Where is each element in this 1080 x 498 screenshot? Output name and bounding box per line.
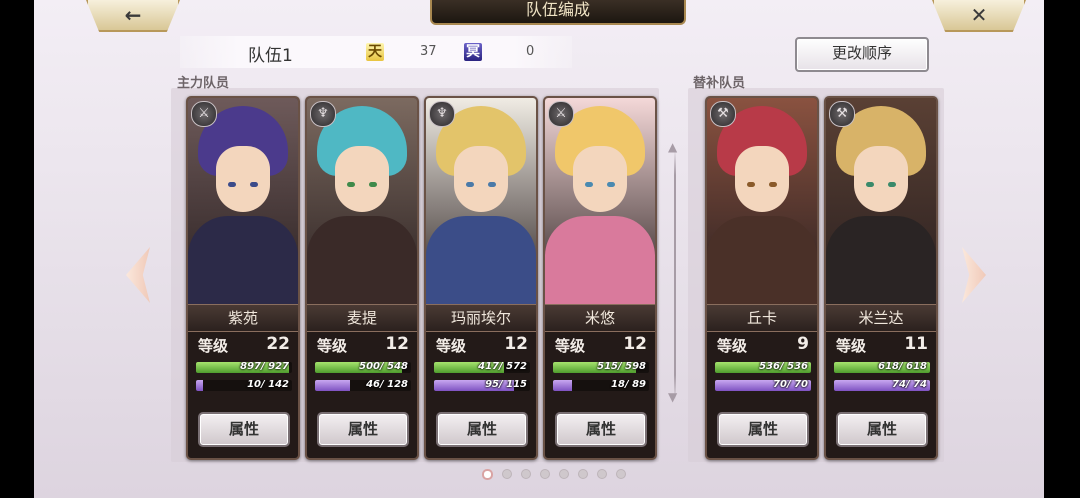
close-button[interactable]: ✕ — [932, 0, 1026, 32]
back-arrow-icon: ← — [124, 3, 142, 27]
level-value: 12 — [385, 334, 409, 354]
attributes-button[interactable]: 属性 — [198, 412, 290, 447]
hp-value: 536/ 536 — [759, 362, 808, 372]
divider-up-icon: ▲ — [668, 140, 678, 154]
hp-bar: 536/ 536 — [715, 362, 811, 373]
prev-page-arrow-icon[interactable] — [126, 247, 150, 303]
exp-bar: 74/ 74 — [834, 380, 930, 391]
page-title: 队伍编成 — [430, 0, 686, 25]
level-label: 等级 — [555, 337, 586, 355]
attributes-button[interactable]: 属性 — [317, 412, 409, 447]
member-card[interactable]: ⚔ 米悠 等级 12 515/ 598 18/ 89 属性 — [543, 96, 657, 460]
heaven-cost-icon: 天 — [366, 43, 384, 61]
close-icon: ✕ — [970, 3, 988, 27]
main-members-label: 主力队员 — [177, 76, 230, 91]
hp-bar: 515/ 598 — [553, 362, 649, 373]
hp-bar: 897/ 927 — [196, 362, 292, 373]
hp-value: 618/ 618 — [878, 362, 927, 372]
sword-icon: ⚔ — [548, 101, 574, 127]
sub-members-label: 替补队员 — [693, 76, 746, 91]
level-value: 12 — [504, 334, 528, 354]
character-name: 米悠 — [545, 304, 655, 332]
exp-value: 10/ 142 — [247, 380, 289, 390]
hp-bar: 618/ 618 — [834, 362, 930, 373]
axe-icon: ⚒ — [829, 101, 855, 127]
hp-value: 417/ 572 — [478, 362, 527, 372]
exp-bar: 95/ 115 — [434, 380, 530, 391]
page-dot[interactable] — [502, 469, 512, 479]
member-card[interactable]: ⚒ 米兰达 等级 11 618/ 618 74/ 74 属性 — [824, 96, 938, 460]
page-indicator — [482, 469, 626, 480]
staff-icon: ♆ — [310, 101, 336, 127]
character-name: 麦提 — [307, 304, 417, 332]
staff-icon: ♆ — [429, 101, 455, 127]
level-label: 等级 — [836, 337, 867, 355]
level-label: 等级 — [436, 337, 467, 355]
level-value: 22 — [266, 334, 290, 354]
character-portrait[interactable] — [826, 98, 936, 304]
exp-bar: 46/ 128 — [315, 380, 411, 391]
page-dot[interactable] — [521, 469, 531, 479]
character-portrait[interactable] — [188, 98, 298, 304]
level-label: 等级 — [317, 337, 348, 355]
member-card[interactable]: ⚔ 紫苑 等级 22 897/ 927 10/ 142 属性 — [186, 96, 300, 460]
exp-bar: 10/ 142 — [196, 380, 292, 391]
team-name: 队伍1 — [248, 46, 293, 66]
character-name: 米兰达 — [826, 304, 936, 332]
member-card[interactable]: ♆ 玛丽埃尔 等级 12 417/ 572 95/ 115 属性 — [424, 96, 538, 460]
sword-icon: ⚔ — [191, 101, 217, 127]
divider-down-icon: ▼ — [668, 390, 678, 404]
hp-value: 897/ 927 — [240, 362, 289, 372]
attributes-button[interactable]: 属性 — [555, 412, 647, 447]
underworld-cost-icon: 冥 — [464, 43, 482, 61]
character-name: 丘卡 — [707, 304, 817, 332]
member-card[interactable]: ♆ 麦提 等级 12 500/ 548 46/ 128 属性 — [305, 96, 419, 460]
character-portrait[interactable] — [307, 98, 417, 304]
level-label: 等级 — [198, 337, 229, 355]
page-dot[interactable] — [540, 469, 550, 479]
exp-value: 46/ 128 — [366, 380, 408, 390]
page-dot[interactable] — [578, 469, 588, 479]
member-card[interactable]: ⚒ 丘卡 等级 9 536/ 536 70/ 70 属性 — [705, 96, 819, 460]
hp-bar: 500/ 548 — [315, 362, 411, 373]
level-value: 11 — [904, 334, 928, 354]
character-portrait[interactable] — [545, 98, 655, 304]
level-label: 等级 — [717, 337, 748, 355]
axe-icon: ⚒ — [710, 101, 736, 127]
change-order-button[interactable]: 更改顺序 — [795, 37, 929, 72]
hp-value: 500/ 548 — [359, 362, 408, 372]
level-value: 9 — [797, 334, 809, 354]
attributes-button[interactable]: 属性 — [436, 412, 528, 447]
attributes-button[interactable]: 属性 — [836, 412, 928, 447]
back-button[interactable]: ← — [86, 0, 180, 32]
page-dot[interactable] — [597, 469, 607, 479]
exp-value: 70/ 70 — [773, 380, 808, 390]
exp-bar: 70/ 70 — [715, 380, 811, 391]
character-portrait[interactable] — [707, 98, 817, 304]
hp-value: 515/ 598 — [597, 362, 646, 372]
next-page-arrow-icon[interactable] — [962, 247, 986, 303]
hp-bar: 417/ 572 — [434, 362, 530, 373]
character-portrait[interactable] — [426, 98, 536, 304]
page-dot[interactable] — [559, 469, 569, 479]
character-name: 玛丽埃尔 — [426, 304, 536, 332]
underworld-cost-value: 0 — [526, 44, 535, 59]
exp-value: 74/ 74 — [892, 380, 927, 390]
page-dot[interactable] — [482, 469, 493, 480]
exp-value: 18/ 89 — [611, 380, 646, 390]
team-info-bar: 队伍1 天 37 冥 0 — [180, 36, 572, 68]
exp-bar: 18/ 89 — [553, 380, 649, 391]
page-dot[interactable] — [616, 469, 626, 479]
attributes-button[interactable]: 属性 — [717, 412, 809, 447]
panel-divider — [674, 150, 676, 400]
character-name: 紫苑 — [188, 304, 298, 332]
exp-value: 95/ 115 — [485, 380, 527, 390]
heaven-cost-value: 37 — [420, 44, 437, 59]
level-value: 12 — [623, 334, 647, 354]
team-formation-screen: ← 队伍编成 ✕ 队伍1 天 37 冥 0 更改顺序 主力队员 替补队员 ▲ ▼… — [34, 0, 1044, 498]
